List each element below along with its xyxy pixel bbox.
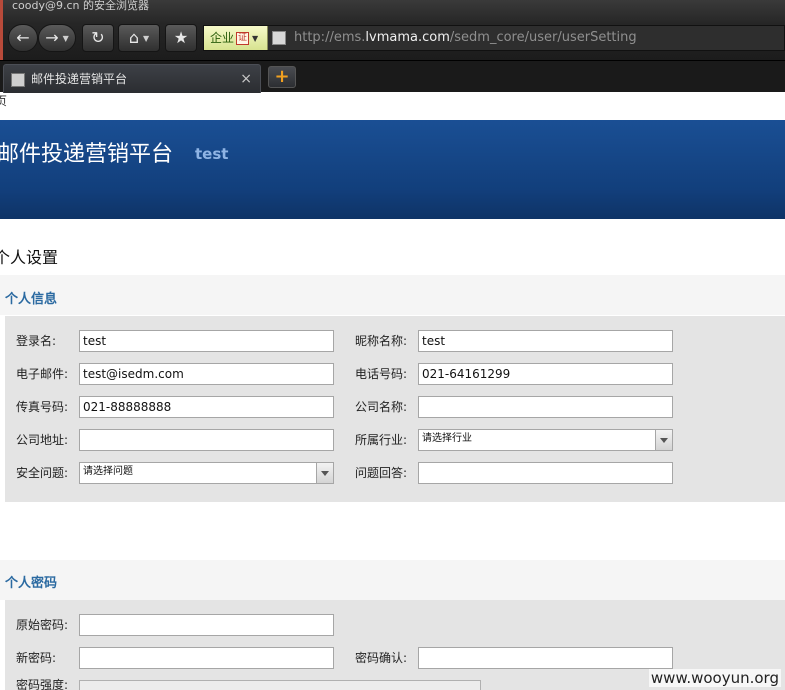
email-field[interactable]: test@isedm.com bbox=[79, 363, 334, 385]
refresh-button[interactable]: ↻ bbox=[82, 24, 114, 52]
password-header bbox=[0, 560, 785, 600]
industry-label: 所属行业: bbox=[355, 433, 408, 447]
home-icon: ⌂ bbox=[128, 28, 139, 47]
site-user: test bbox=[195, 145, 229, 163]
nickname-input[interactable]: test bbox=[418, 330, 673, 352]
industry-select[interactable]: 请选择行业 bbox=[418, 429, 673, 451]
login-input[interactable]: test bbox=[79, 330, 334, 352]
personal-info-header bbox=[0, 275, 785, 315]
favorites-button[interactable]: ★ bbox=[165, 24, 197, 52]
address-label: 公司地址: bbox=[16, 433, 69, 447]
confirm-password-label: 密码确认: bbox=[355, 651, 408, 665]
breadcrumb[interactable]: 页 bbox=[0, 93, 7, 109]
answer-label: 问题回答: bbox=[355, 466, 408, 480]
window-edge bbox=[0, 0, 3, 60]
fax-input[interactable]: 021-88888888 bbox=[79, 396, 334, 418]
site-banner bbox=[0, 120, 785, 219]
phone-input[interactable]: 021-64161299 bbox=[418, 363, 673, 385]
url-host: lvmama.com bbox=[365, 30, 450, 45]
question-label: 安全问题: bbox=[16, 466, 69, 480]
url-path: /sedm_core/user/userSetting bbox=[449, 30, 637, 45]
strength-label: 密码强度: bbox=[16, 678, 69, 690]
plus-icon: + bbox=[274, 66, 290, 87]
site-favicon-icon bbox=[272, 31, 286, 45]
chevron-down-icon: ▼ bbox=[252, 33, 259, 43]
confirm-password-input[interactable] bbox=[418, 647, 673, 669]
tab-active[interactable]: 邮件投递营销平台 × bbox=[3, 64, 261, 93]
company-input[interactable] bbox=[418, 396, 673, 418]
home-button[interactable]: ⌂ ▼ bbox=[118, 24, 160, 52]
question-select-value: 请选择问题 bbox=[83, 466, 133, 477]
enterprise-badge[interactable]: 企业证 ▼ bbox=[204, 26, 268, 50]
new-password-input[interactable] bbox=[79, 647, 334, 669]
tab-favicon-icon bbox=[11, 73, 25, 87]
login-label: 登录名: bbox=[16, 334, 57, 348]
watermark: www.wooyun.org bbox=[648, 669, 781, 687]
fax-label: 传真号码: bbox=[16, 400, 69, 414]
chevron-down-icon[interactable] bbox=[316, 463, 333, 483]
browser-toolbar: coody@9.cn 的安全浏览器 ← → ▼ ↻ ⌂ ▼ ★ 企业证 ▼ http:… bbox=[0, 0, 785, 60]
chevron-down-icon: ▼ bbox=[143, 33, 150, 43]
browser-window: coody@9.cn 的安全浏览器 ← → ▼ ↻ ⌂ ▼ ★ 企业证 ▼ http:… bbox=[0, 0, 785, 690]
window-title: coody@9.cn 的安全浏览器 bbox=[12, 0, 150, 12]
enterprise-badge-label: 企业 bbox=[210, 31, 235, 45]
close-icon[interactable]: × bbox=[240, 65, 252, 93]
forward-button[interactable]: → ▼ bbox=[38, 24, 76, 52]
new-password-label: 新密码: bbox=[16, 651, 57, 665]
back-arrow-icon: ← bbox=[16, 28, 30, 47]
chevron-down-icon[interactable] bbox=[655, 430, 672, 450]
address-bar[interactable]: 企业证 ▼ http://ems.lvmama.com/sedm_core/use… bbox=[203, 25, 785, 51]
chevron-down-icon: ▼ bbox=[62, 33, 69, 43]
phone-label: 电话号码: bbox=[355, 367, 408, 381]
company-label: 公司名称: bbox=[355, 400, 408, 414]
password-strength-meter bbox=[79, 680, 481, 690]
personal-info-title: 个人信息 bbox=[5, 292, 58, 307]
address-input[interactable] bbox=[79, 429, 334, 451]
new-tab-button[interactable]: + bbox=[268, 66, 296, 88]
tab-title: 邮件投递营销平台 bbox=[31, 72, 128, 86]
old-password-label: 原始密码: bbox=[16, 618, 69, 632]
forward-arrow-icon: → bbox=[45, 28, 59, 47]
nickname-label: 昵称名称: bbox=[355, 334, 408, 348]
refresh-icon: ↻ bbox=[91, 28, 105, 47]
site-title: 邮件投递营销平台 bbox=[0, 142, 174, 167]
tab-strip: 邮件投递营销平台 × bbox=[0, 60, 785, 93]
page-title: 个人设置 bbox=[0, 248, 59, 267]
email-label: 电子邮件: bbox=[16, 367, 69, 381]
star-icon: ★ bbox=[173, 28, 189, 47]
industry-select-value: 请选择行业 bbox=[422, 433, 472, 444]
old-password-input[interactable] bbox=[79, 614, 334, 636]
password-title: 个人密码 bbox=[5, 576, 58, 591]
url-text[interactable]: http://ems.lvmama.com/sedm_core/user/use… bbox=[294, 26, 637, 50]
url-prefix: http://ems. bbox=[294, 30, 366, 45]
cert-icon: 证 bbox=[236, 32, 250, 45]
back-button[interactable]: ← bbox=[8, 24, 38, 52]
answer-input[interactable] bbox=[418, 462, 673, 484]
question-select[interactable]: 请选择问题 bbox=[79, 462, 334, 484]
